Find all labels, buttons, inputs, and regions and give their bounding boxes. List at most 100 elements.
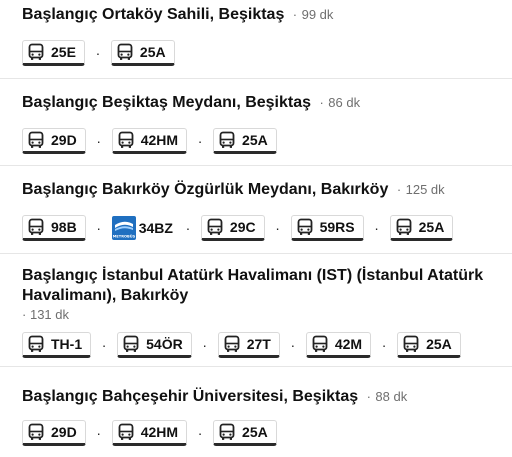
transit-leg-bus[interactable]: 25A [213,128,277,154]
line-label: 29D [51,424,77,440]
route-title: Başlangıç Bakırköy Özgürlük Meydanı, Bak… [22,181,389,198]
bus-icon [117,423,135,441]
bus-icon [223,335,241,353]
transit-leg-bus[interactable]: 27T [217,332,280,358]
leg-separator: · [290,337,296,353]
line-label: 25A [426,336,452,352]
route-title: Başlangıç Bahçeşehir Üniversitesi, Beşik… [22,388,359,405]
leg-separator: · [197,425,203,441]
bus-icon [296,218,314,236]
route-legs: TH-1 · 54ÖR · 27T · 42M · 25A [22,330,498,360]
route-header: Başlangıç İstanbul Atatürk Havalimanı (I… [22,266,498,306]
transit-leg-bus[interactable]: 98B [22,215,86,241]
transit-leg-bus[interactable]: 25E [22,40,85,66]
route-legs: 25E · 25A [22,38,498,68]
leg-separator: · [101,337,107,353]
bus-icon [218,131,236,149]
bus-icon [27,218,45,236]
bus-icon [27,131,45,149]
transit-leg-bus[interactable]: 25A [110,40,175,66]
transit-leg-bus[interactable]: 29C [200,215,265,241]
duration-separator: · [319,95,324,110]
route-duration: 86 dk [328,95,361,110]
route-duration: 88 dk [375,389,408,404]
route-option[interactable]: Başlangıç Ortaköy Sahili, Beşiktaş · 99 … [0,0,512,79]
route-title: Başlangıç Beşiktaş Meydanı, Beşiktaş [22,94,312,111]
transit-leg-bus[interactable]: 42HM [111,128,188,154]
bus-icon [27,43,45,61]
transit-leg-bus[interactable]: 25A [389,215,454,241]
route-title: Başlangıç İstanbul Atatürk Havalimanı (I… [22,267,484,304]
leg-separator: · [374,220,379,236]
line-label: 25A [418,219,445,235]
bus-icon [27,335,45,353]
line-label: 54ÖR [146,336,183,352]
bus-icon [117,131,135,149]
line-label: 29C [229,219,256,235]
transit-leg-bus[interactable]: 54ÖR [117,332,192,358]
route-option[interactable]: Başlangıç Bakırköy Özgürlük Meydanı, Bak… [0,166,512,254]
leg-separator: · [96,220,102,236]
route-header: Başlangıç Bakırköy Özgürlük Meydanı, Bak… [22,180,498,200]
transit-leg-bus[interactable]: 42M [305,332,372,358]
line-label: 27T [246,336,271,352]
line-label: 42HM [140,424,179,440]
transit-leg-bus[interactable]: 59RS [290,215,364,241]
line-label: TH-1 [51,336,83,352]
line-label: 59RS [319,219,355,235]
duration-separator: · [396,182,402,197]
route-option[interactable]: Başlangıç Bahçeşehir Üniversitesi, Beşik… [0,367,512,457]
leg-separator: · [202,337,208,353]
line-label: 29D [51,132,77,148]
line-label: 25A [139,44,166,60]
bus-icon [206,218,224,236]
route-legs: 29D · 42HM · 25A [22,126,498,156]
svg-text:METROBÜS: METROBÜS [112,234,135,239]
route-legs: 29D · 42HM · 25A [22,418,498,448]
line-label: 98B [51,219,77,235]
route-title: Başlangıç Ortaköy Sahili, Beşiktaş [22,6,285,23]
line-label: 42M [334,336,363,352]
leg-separator: · [185,220,191,236]
route-legs: 98B · METROBÜS 34BZ · 29C · 59RS · 25A [22,213,498,243]
transit-leg-bus[interactable]: 29D [22,128,86,154]
bus-icon [122,335,140,353]
route-option[interactable]: Başlangıç Beşiktaş Meydanı, Beşiktaş · 8… [0,79,512,166]
route-duration: 125 dk [405,182,445,197]
route-duration: 99 dk [301,7,334,22]
transit-leg-bus[interactable]: 29D [22,420,86,446]
leg-separator: · [381,337,387,353]
metrobus-icon: METROBÜS [111,216,136,240]
transit-leg-bus[interactable]: 42HM [111,420,188,446]
transit-leg-metrobus[interactable]: METROBÜS 34BZ [111,216,173,240]
route-header: Başlangıç Ortaköy Sahili, Beşiktaş · 99 … [22,5,498,25]
line-label: 25A [242,424,268,440]
leg-separator: · [96,133,102,149]
transit-leg-bus[interactable]: 25A [397,332,461,358]
bus-icon [27,423,45,441]
route-header: Başlangıç Beşiktaş Meydanı, Beşiktaş · 8… [22,93,498,113]
duration-separator: · [366,389,371,404]
bus-icon [116,43,134,61]
route-header: Başlangıç Bahçeşehir Üniversitesi, Beşik… [22,387,498,407]
line-label: 34BZ [138,220,173,236]
bus-icon [311,335,329,353]
leg-separator: · [197,133,203,149]
line-label: 25E [51,44,76,60]
duration-separator: · [292,7,298,22]
route-duration: 131 dk [29,307,70,322]
bus-icon [402,335,420,353]
leg-separator: · [95,45,101,61]
route-duration-line: · 131 dk [22,306,498,324]
duration-separator: · [22,307,27,322]
transit-leg-bus[interactable]: 25A [213,420,277,446]
line-label: 42HM [140,132,179,148]
bus-icon [218,423,236,441]
route-list: Başlangıç Ortaköy Sahili, Beşiktaş · 99 … [0,0,512,457]
leg-separator: · [275,220,280,236]
line-label: 25A [242,132,268,148]
bus-icon [395,218,413,236]
transit-leg-bus[interactable]: TH-1 [22,332,92,358]
leg-separator: · [96,425,102,441]
route-option[interactable]: Başlangıç İstanbul Atatürk Havalimanı (I… [0,254,512,367]
